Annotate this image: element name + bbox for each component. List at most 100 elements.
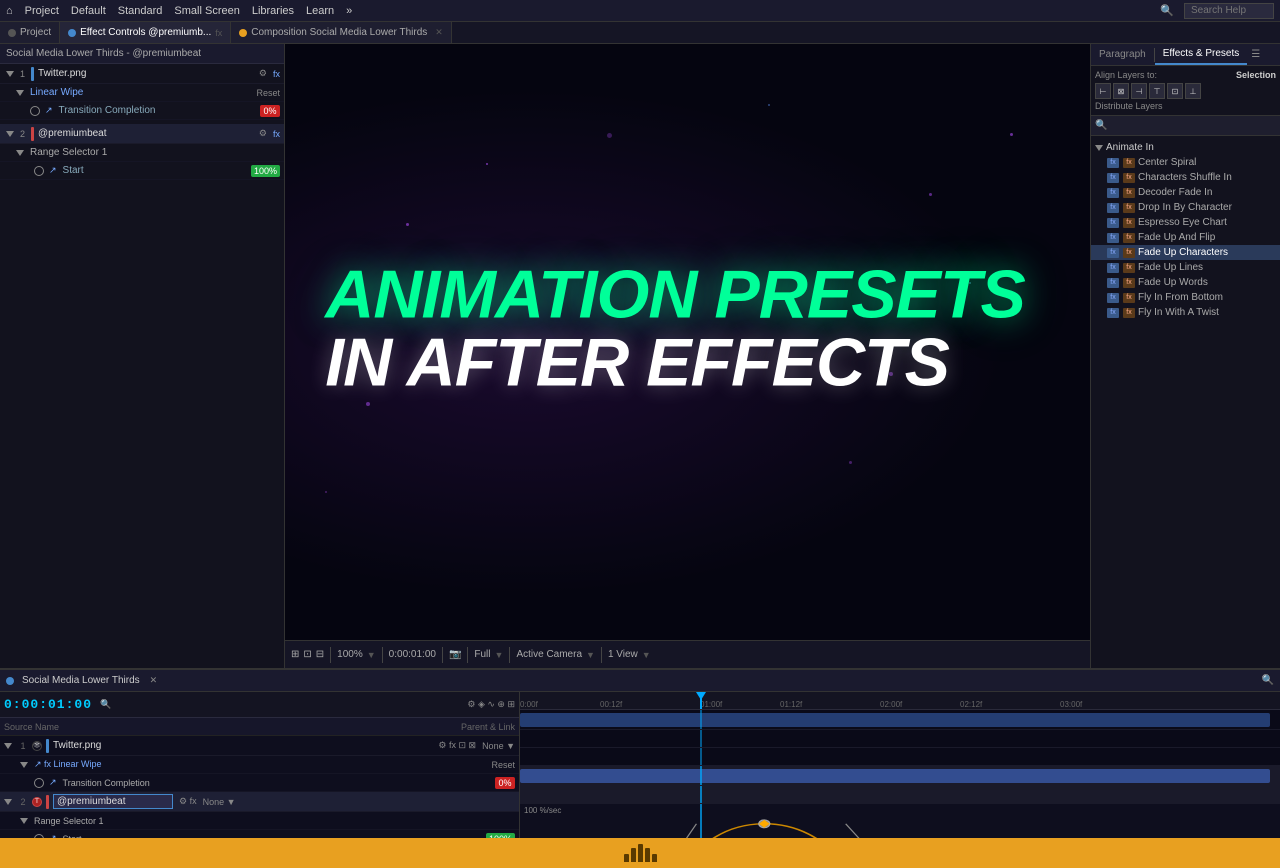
track-2b[interactable]: [520, 786, 1280, 804]
track-2[interactable]: [520, 766, 1280, 786]
menu-icon[interactable]: ⌂: [6, 5, 13, 17]
tab-effects-presets[interactable]: Effects & Presets: [1155, 44, 1248, 65]
tl-start-stopwatch[interactable]: [34, 834, 44, 839]
workspace-libraries[interactable]: Libraries: [252, 5, 294, 17]
tl-start-label: Start: [63, 834, 82, 839]
tab-effect-controls[interactable]: Effect Controls @premiumb... fx: [60, 22, 231, 43]
range-selector-row[interactable]: Range Selector 1: [0, 144, 284, 162]
range-selector-expand[interactable]: [16, 150, 24, 156]
linear-wipe-expand[interactable]: [16, 90, 24, 96]
view2-dropdown-icon[interactable]: ▼: [642, 650, 651, 660]
timeline-left: 0:00:01:00 🔍 ⚙ ◈ ∿ ⊕ ⊞ Source Name Paren…: [0, 692, 520, 838]
timeline-dot: [6, 677, 14, 685]
effect-center-spiral[interactable]: fx fx Center Spiral: [1091, 155, 1280, 170]
effect-fade-up-words[interactable]: fx fx Fade Up Words: [1091, 275, 1280, 290]
effects-menu-icon[interactable]: ☰: [1251, 49, 1260, 60]
tab-composition[interactable]: Composition Social Media Lower Thirds ✕: [231, 22, 452, 43]
align-vcenter-btn[interactable]: ⊡: [1167, 83, 1183, 99]
align-bottom-btn[interactable]: ⊥: [1185, 83, 1201, 99]
track-2c[interactable]: 100 %/sec -10: [520, 804, 1280, 838]
workspace-default[interactable]: Default: [71, 5, 106, 17]
menu-item-project[interactable]: Project: [25, 5, 59, 17]
comp-tool-icon-3[interactable]: ⊟: [316, 649, 324, 660]
layer-2-row[interactable]: 2 @premiumbeat ⚙ fx: [0, 124, 284, 144]
tl-layer-1-switches[interactable]: ⚙ fx ⊡ ⊠: [438, 740, 476, 751]
track-1b[interactable]: [520, 730, 1280, 748]
tab-paragraph[interactable]: Paragraph: [1091, 44, 1154, 65]
effect-decoder-fade[interactable]: fx fx Decoder Fade In: [1091, 185, 1280, 200]
tl-tc-value[interactable]: 0%: [495, 777, 515, 789]
tl-lw-reset[interactable]: Reset: [491, 760, 515, 770]
animate-in-header[interactable]: Animate In: [1091, 140, 1280, 155]
search-icon[interactable]: 🔍: [1160, 4, 1174, 17]
timeline-layer-2[interactable]: 2 T ⚙ fx None ▼: [0, 792, 519, 812]
tl-layer-1-none[interactable]: None ▼: [482, 741, 515, 751]
timeline-ctrl-icons[interactable]: ⚙ ◈ ∿ ⊕ ⊞: [467, 699, 515, 710]
timeline-close[interactable]: ✕: [150, 675, 158, 686]
search-input[interactable]: [1184, 3, 1274, 19]
effect-drop-in[interactable]: fx fx Drop In By Character: [1091, 200, 1280, 215]
track-1c[interactable]: [520, 748, 1280, 766]
timeline-search-icon[interactable]: 🔍: [1262, 675, 1274, 686]
comp-tool-camera-icon[interactable]: 📷: [449, 649, 461, 660]
effect-fade-up-lines[interactable]: fx fx Fade Up Lines: [1091, 260, 1280, 275]
tl-layer-2-name-input[interactable]: [53, 794, 173, 809]
tl-linear-wipe-expand[interactable]: [20, 762, 28, 768]
align-left-btn[interactable]: ⊢: [1095, 83, 1111, 99]
workspace-learn[interactable]: Learn: [306, 5, 334, 17]
tl-layer-2-expand[interactable]: [4, 799, 12, 805]
tl-eye-icon-2[interactable]: T: [32, 797, 42, 807]
eye-icon[interactable]: 👁: [32, 741, 42, 751]
effects-search[interactable]: 🔍: [1091, 116, 1280, 136]
start-value[interactable]: 100%: [251, 165, 280, 177]
tl-layer-1-expand[interactable]: [4, 743, 12, 749]
time-display[interactable]: 0:00:01:00: [4, 697, 92, 712]
align-hcenter-btn[interactable]: ⊠: [1113, 83, 1129, 99]
timeline-body: 0:00:01:00 🔍 ⚙ ◈ ∿ ⊕ ⊞ Source Name Paren…: [0, 692, 1280, 838]
layer-2-expand[interactable]: [6, 131, 14, 137]
time-search-icon[interactable]: 🔍: [100, 699, 111, 710]
layer-2-switches[interactable]: ⚙: [259, 128, 267, 139]
workspace-standard[interactable]: Standard: [118, 5, 163, 17]
layer-1-row[interactable]: 1 Twitter.png ⚙ fx: [0, 64, 284, 84]
effect-icon-11: fx: [1107, 233, 1119, 243]
comp-tool-icon-2[interactable]: ⊡: [303, 649, 311, 660]
ruler-12b: 01:12f: [780, 700, 802, 709]
align-right-btn[interactable]: ⊣: [1131, 83, 1147, 99]
effect-espresso[interactable]: fx fx Espresso Eye Chart: [1091, 215, 1280, 230]
tab-project[interactable]: Project: [0, 22, 60, 43]
more-workspaces[interactable]: »: [346, 5, 352, 17]
effect-fade-up-flip[interactable]: fx fx Fade Up And Flip: [1091, 230, 1280, 245]
layer-1-switches[interactable]: ⚙: [259, 68, 267, 79]
layer-2-fx[interactable]: fx: [273, 129, 280, 139]
workspace-small-screen[interactable]: Small Screen: [174, 5, 239, 17]
tl-range-expand[interactable]: [20, 818, 28, 824]
tl-tc-stopwatch[interactable]: [34, 778, 44, 788]
particle-10: [607, 133, 612, 138]
effects-search-input[interactable]: [1110, 120, 1276, 131]
layer-1-expand[interactable]: [6, 71, 14, 77]
stopwatch-icon[interactable]: [30, 106, 40, 116]
effect-fade-up-chars[interactable]: fx fx Fade Up Characters: [1091, 245, 1280, 260]
layer-1-fx[interactable]: fx: [273, 69, 280, 79]
effect-fly-with-twist[interactable]: fx fx Fly In With A Twist: [1091, 305, 1280, 320]
view-dropdown-icon[interactable]: ▼: [586, 650, 595, 660]
tab-comp-close[interactable]: ✕: [435, 27, 443, 38]
tl-start-value[interactable]: 100%: [486, 833, 515, 839]
start-stopwatch-icon[interactable]: [34, 166, 44, 176]
tl-layer-2-none[interactable]: None ▼: [203, 797, 236, 807]
res-dropdown-icon[interactable]: ▼: [495, 650, 504, 660]
tl-layer-2-switches[interactable]: ⚙ fx: [179, 796, 197, 807]
track-1[interactable]: [520, 710, 1280, 730]
zoom-dropdown-icon[interactable]: ▼: [367, 650, 376, 660]
linear-wipe-row[interactable]: Linear Wipe Reset: [0, 84, 284, 102]
effect-characters-shuffle[interactable]: fx fx Characters Shuffle In: [1091, 170, 1280, 185]
transition-completion-value[interactable]: 0%: [260, 105, 280, 117]
effect-fly-from-bottom[interactable]: fx fx Fly In From Bottom: [1091, 290, 1280, 305]
comp-tool-icon-1[interactable]: ⊞: [291, 649, 299, 660]
linear-wipe-reset[interactable]: Reset: [256, 88, 280, 98]
timeline-layer-1[interactable]: 1 👁 Twitter.png ⚙ fx ⊡ ⊠ None ▼: [0, 736, 519, 756]
align-top-btn[interactable]: ⊤: [1149, 83, 1165, 99]
align-buttons-row: ⊢ ⊠ ⊣ ⊤ ⊡ ⊥: [1095, 83, 1276, 99]
layer-2-color: [31, 127, 34, 141]
